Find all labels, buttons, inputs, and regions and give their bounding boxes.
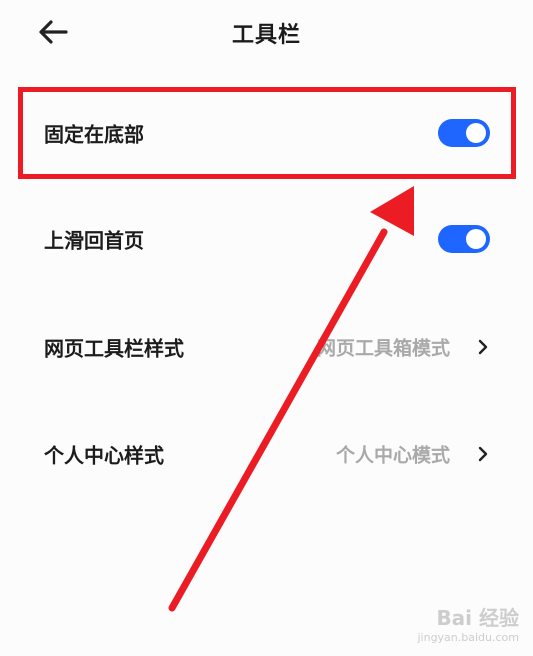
chevron-right-icon xyxy=(478,446,488,462)
header-bar: 工具栏 xyxy=(0,0,533,66)
chevron-right-icon xyxy=(478,339,488,355)
annotation-highlight-box xyxy=(18,87,516,179)
toggle-knob xyxy=(466,229,486,249)
page-title: 工具栏 xyxy=(231,23,301,48)
watermark: Bai 经验 jingyan.baidu.com xyxy=(417,602,519,644)
watermark-logo-text: Bai 经验 xyxy=(436,606,519,630)
watermark-url: jingyan.baidu.com xyxy=(417,631,519,644)
swipe-home-toggle[interactable] xyxy=(438,225,490,253)
setting-label-web-toolbar-style: 网页工具栏样式 xyxy=(44,336,184,361)
setting-row-personal-center-style[interactable]: 个人中心样式 个人中心模式 xyxy=(0,424,533,484)
setting-row-swipe-home: 上滑回首页 xyxy=(0,209,533,269)
setting-value-web-toolbar-style: 网页工具箱模式 xyxy=(316,337,450,360)
setting-label-swipe-home: 上滑回首页 xyxy=(44,228,144,253)
setting-label-personal-center-style: 个人中心样式 xyxy=(44,443,164,468)
setting-value-personal-center-style: 个人中心模式 xyxy=(335,444,450,467)
setting-row-web-toolbar-style[interactable]: 网页工具栏样式 网页工具箱模式 xyxy=(0,317,533,377)
